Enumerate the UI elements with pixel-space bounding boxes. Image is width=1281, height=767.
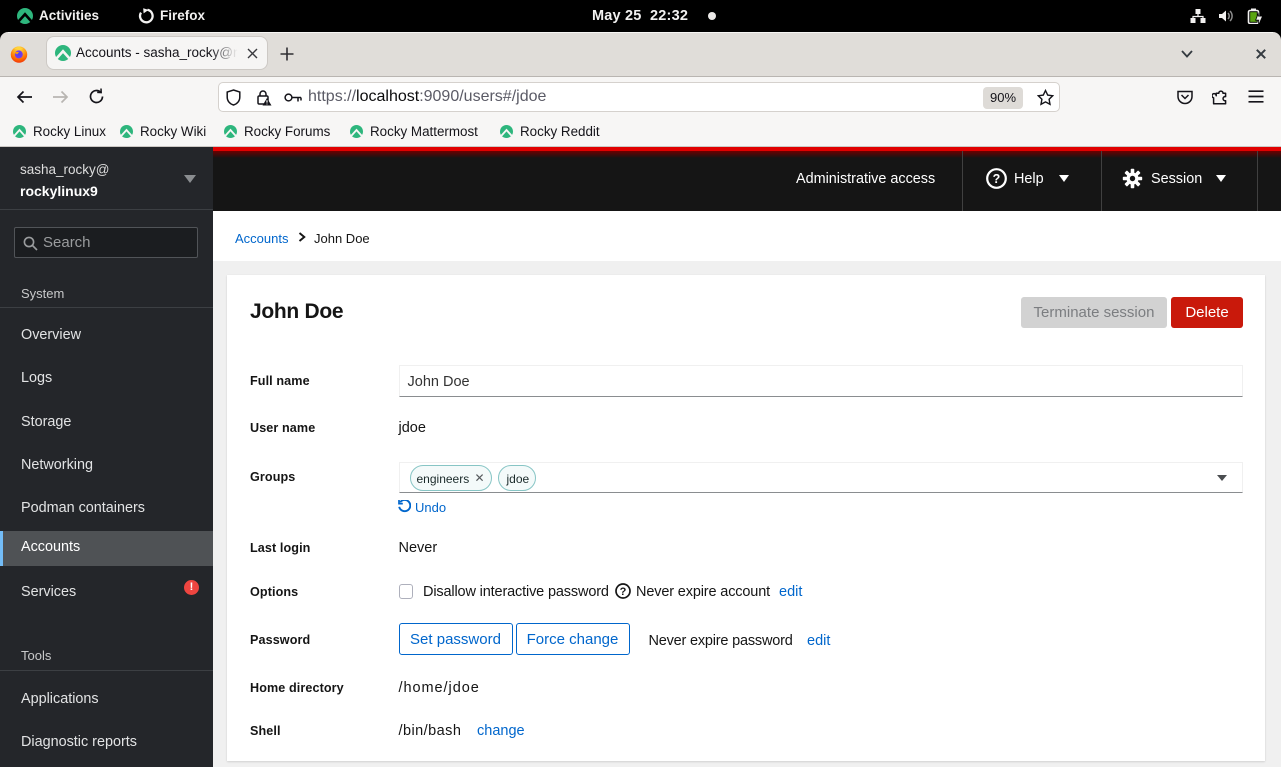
svg-text:?: ? <box>993 172 1001 186</box>
svg-text:?: ? <box>620 586 627 598</box>
